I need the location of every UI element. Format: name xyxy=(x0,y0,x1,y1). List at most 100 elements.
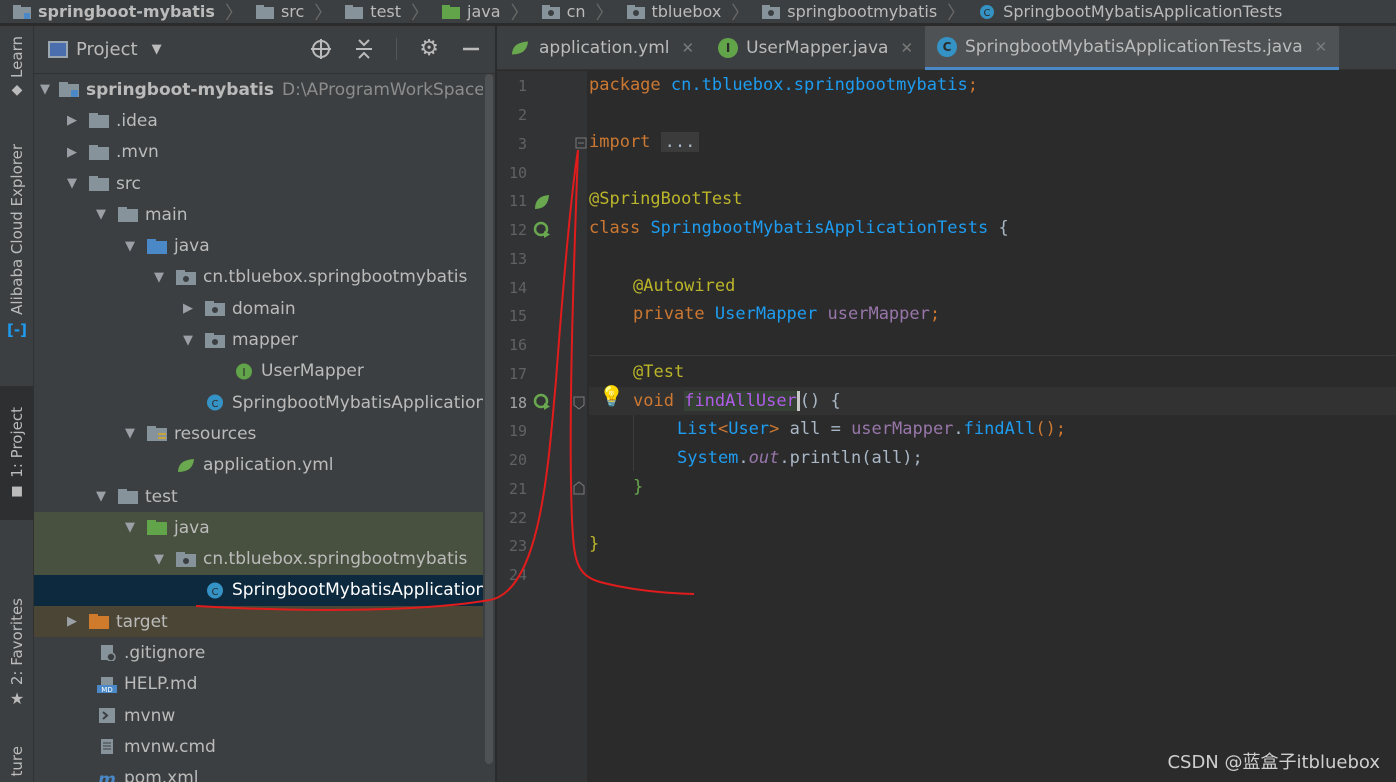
tab-usermapper-java[interactable]: I UserMapper.java ✕ xyxy=(706,26,925,70)
field-name: userMapper xyxy=(827,304,930,324)
package-icon xyxy=(626,4,645,19)
expand-arrow-icon[interactable]: ▼ xyxy=(122,426,138,441)
collapsed-arrow-icon[interactable]: ▶ xyxy=(180,301,196,316)
svg-text:I: I xyxy=(242,366,245,379)
fold-end-icon[interactable] xyxy=(573,481,585,495)
breadcrumb-item-test[interactable]: test 〉 xyxy=(332,0,430,24)
tree-row-test[interactable]: ▼ test xyxy=(34,481,495,512)
method-call: findAll xyxy=(963,419,1036,439)
collapsed-arrow-icon[interactable]: ▶ xyxy=(64,113,80,128)
keyword: class xyxy=(589,218,641,238)
indent-guide xyxy=(633,415,634,471)
tree-row-domain[interactable]: ▶ domain xyxy=(34,293,495,324)
tree-row-help-md[interactable]: MD HELP.md xyxy=(34,669,495,700)
code-editor[interactable]: 1 2 3 10 11 12 13 14 15 16 17 18 19 20 2… xyxy=(497,71,1396,782)
tree-row-usermapper[interactable]: I UserMapper xyxy=(34,356,495,387)
angle-close: > xyxy=(769,419,780,439)
tree-row-test-java[interactable]: ▼ java xyxy=(34,512,495,544)
learn-tab[interactable]: Learn ◆ xyxy=(0,36,34,98)
chevron-right-icon: 〉 xyxy=(411,2,430,24)
tree-row-mvnw[interactable]: mvnw xyxy=(34,700,495,731)
line-number: 2 xyxy=(517,106,527,124)
tree-row-src[interactable]: ▼ src xyxy=(34,168,495,199)
tree-row-gitignore[interactable]: .gitignore xyxy=(34,637,495,668)
spring-bean-icon[interactable] xyxy=(533,193,551,211)
tree-row-mvn[interactable]: ▶ .mvn xyxy=(34,137,495,168)
tree-row-root[interactable]: ▼ springboot-mybatis D:\AProgramWorkSpac… xyxy=(34,74,495,105)
code-area[interactable]: package cn.tbluebox.springbootmybatis; i… xyxy=(589,71,1396,782)
tree-row-label: cn.tbluebox.springbootmybatis xyxy=(203,549,468,570)
tree-row-main[interactable]: ▼ main xyxy=(34,199,495,230)
fold-icon[interactable] xyxy=(575,137,587,149)
breadcrumb-item-src[interactable]: src 〉 xyxy=(243,0,332,23)
expand-arrow-icon[interactable]: ▼ xyxy=(64,176,80,191)
close-icon[interactable]: ✕ xyxy=(900,39,913,57)
tree-row-test-class[interactable]: C SpringbootMybatisApplicationT xyxy=(34,574,495,607)
expand-arrow-icon[interactable]: ▼ xyxy=(93,207,109,222)
breadcrumb-item-springbootmybatis[interactable]: springbootmybatis 〉 xyxy=(749,0,965,23)
favorites-tab[interactable]: 2: Favorites ★ xyxy=(0,598,34,708)
tree-row-test-package[interactable]: ▼ cn.tbluebox.springbootmybatis xyxy=(34,543,495,575)
project-panel-title[interactable]: Project xyxy=(76,39,138,60)
project-toolbar: ⚙ xyxy=(310,38,481,60)
breadcrumb-item-cn[interactable]: cn 〉 xyxy=(529,0,614,23)
alibaba-tab-label: Alibaba Cloud Explorer xyxy=(8,144,26,315)
tree-row-mvnw-cmd[interactable]: mvnw.cmd xyxy=(34,731,495,762)
minimize-icon[interactable] xyxy=(461,38,481,60)
collapsed-arrow-icon[interactable]: ▶ xyxy=(64,145,80,160)
expand-arrow-icon[interactable]: ▼ xyxy=(151,270,167,285)
run-test-icon[interactable] xyxy=(533,393,551,411)
breadcrumb-label: cn xyxy=(566,2,586,21)
breadcrumb-item-class[interactable]: C SpringbootMybatisApplicationTests xyxy=(965,0,1282,23)
tree-row-label: .mvn xyxy=(116,142,159,163)
keyword: private xyxy=(633,304,705,324)
gear-icon[interactable]: ⚙ xyxy=(419,38,439,60)
lightbulb-icon[interactable]: 💡 xyxy=(599,384,624,408)
tree-row-pom[interactable]: m pom.xml xyxy=(34,763,495,782)
tree-row-resources[interactable]: ▼ resources xyxy=(34,418,495,449)
tree-row-application[interactable]: C SpringbootMybatisApplication xyxy=(34,387,495,418)
tree-row-main-java[interactable]: ▼ java xyxy=(34,230,495,261)
fold-icon[interactable] xyxy=(573,396,585,410)
line-number: 22 xyxy=(508,509,527,527)
alibaba-cloud-tab[interactable]: Alibaba Cloud Explorer [-] xyxy=(0,144,34,339)
tree-row-label: java xyxy=(174,236,210,257)
graduation-cap-icon: ◆ xyxy=(11,81,23,98)
close-icon[interactable]: ✕ xyxy=(1315,38,1328,56)
line-number: 23 xyxy=(508,537,527,555)
test-class-icon: C xyxy=(980,4,995,19)
expand-arrow-icon[interactable]: ▼ xyxy=(40,82,50,97)
tab-tests-java[interactable]: C SpringbootMybatisApplicationTests.java… xyxy=(925,26,1340,70)
expand-arrow-icon[interactable]: ▼ xyxy=(180,333,196,348)
tree-row-label: domain xyxy=(232,298,296,319)
expand-arrow-icon[interactable]: ▼ xyxy=(151,552,167,567)
angle-open: < xyxy=(717,419,729,439)
locate-crosshair-icon[interactable] xyxy=(310,38,332,60)
folded-imports[interactable]: ... xyxy=(660,132,700,152)
collapse-all-icon[interactable] xyxy=(354,38,374,60)
close-icon[interactable]: ✕ xyxy=(682,39,695,57)
expand-arrow-icon[interactable]: ▼ xyxy=(122,239,138,254)
breadcrumb-item-tbluebox[interactable]: tbluebox 〉 xyxy=(614,0,749,23)
test-source-folder-icon xyxy=(147,520,167,536)
structure-tab[interactable]: ture xyxy=(0,746,34,776)
chevron-down-icon[interactable]: ▼ xyxy=(152,42,162,57)
expand-arrow-icon[interactable]: ▼ xyxy=(93,489,109,504)
collapsed-arrow-icon[interactable]: ▶ xyxy=(64,614,80,629)
tree-row-main-package[interactable]: ▼ cn.tbluebox.springbootmybatis xyxy=(34,262,495,293)
breadcrumb-item-project[interactable]: springboot-mybatis 〉 xyxy=(0,0,243,23)
breadcrumb-item-java[interactable]: java 〉 xyxy=(429,0,529,23)
folder-icon xyxy=(89,176,109,192)
spring-leaf-icon xyxy=(178,458,194,472)
code-line-19: List<User> all = userMapper.findAll(); xyxy=(677,415,1066,443)
tab-application-yml[interactable]: application.yml ✕ xyxy=(497,26,706,70)
expand-arrow-icon[interactable]: ▼ xyxy=(122,520,138,535)
tree-row-application-yml[interactable]: application.yml xyxy=(34,450,495,481)
project-tab[interactable]: 1: Project ■ xyxy=(0,386,34,520)
run-test-icon[interactable] xyxy=(533,221,551,239)
tree-row-target[interactable]: ▶ target xyxy=(34,606,495,638)
tree-row-idea[interactable]: ▶ .idea xyxy=(34,105,495,136)
tree-row-mapper[interactable]: ▼ mapper xyxy=(34,324,495,355)
scrollbar-thumb[interactable] xyxy=(485,74,493,764)
project-scrollbar[interactable] xyxy=(483,74,495,774)
